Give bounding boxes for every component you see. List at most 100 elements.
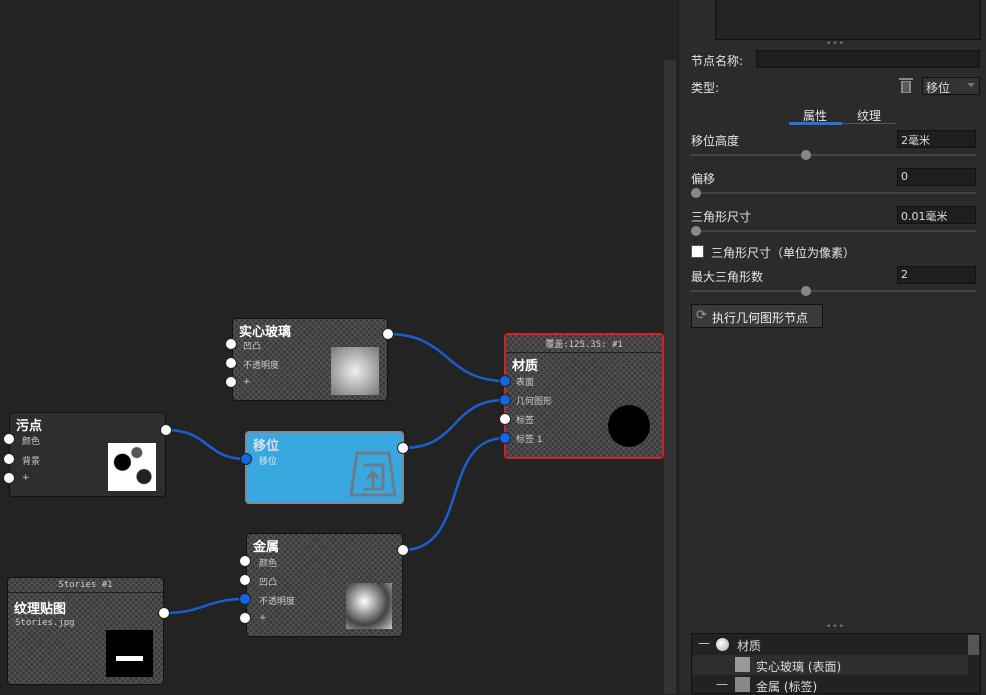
port-label: + <box>259 613 267 623</box>
node-displacement[interactable]: 移位 移位 <box>245 431 404 504</box>
port-out[interactable] <box>382 328 394 340</box>
port-in[interactable] <box>225 376 237 388</box>
tree-item-label: 实心玻璃 (表面) <box>756 660 842 674</box>
port-out[interactable] <box>397 544 409 556</box>
max-triangles-label: 最大三角形数 <box>691 270 764 284</box>
resize-handle[interactable]: ••• <box>826 622 845 632</box>
port-in[interactable] <box>239 555 251 567</box>
pixel-units-checkbox[interactable] <box>691 245 704 258</box>
port-label: 不透明度 <box>259 597 296 607</box>
tab-texture[interactable]: 纹理 <box>857 107 881 124</box>
collapse-icon[interactable]: — <box>716 677 728 691</box>
port-label: 不透明度 <box>243 361 280 371</box>
displacement-icon <box>349 451 397 497</box>
port-label: 几何图形 <box>516 397 553 407</box>
port-in[interactable] <box>225 338 237 350</box>
wire <box>163 597 246 615</box>
type-select-value: 移位 <box>926 81 951 95</box>
port-out[interactable] <box>158 607 170 619</box>
execute-button-label: 执行几何图形节点 <box>712 311 809 325</box>
node-graph-canvas[interactable]: 实心玻璃 凹凸 不透明度 + 覆盖:125.35: #1 材质 表面 几何图形 … <box>0 0 664 694</box>
port-in[interactable] <box>499 413 511 425</box>
node-texture-map[interactable]: Stories #1 纹理贴图 Stories.jpg <box>7 577 164 685</box>
port-out[interactable] <box>397 442 409 454</box>
wire <box>402 436 506 552</box>
tree-item[interactable]: — 材质 <box>692 634 968 655</box>
port-in[interactable] <box>239 593 251 605</box>
node-title: 金属 <box>253 540 280 555</box>
offset-input[interactable]: 0 <box>897 168 976 186</box>
type-select[interactable]: 移位 <box>922 77 980 95</box>
texture-filename: Stories.jpg <box>15 618 75 628</box>
scene-tree: — 材质 实心玻璃 (表面) — 金属 (标签) <box>691 633 981 694</box>
port-in[interactable] <box>239 574 251 586</box>
node-title: 材质 <box>512 359 539 374</box>
wire <box>387 332 506 383</box>
node-solid-glass[interactable]: 实心玻璃 凹凸 不透明度 + <box>232 318 388 401</box>
port-in[interactable] <box>240 453 252 465</box>
texture-thumbnail <box>106 630 153 677</box>
port-label: + <box>243 377 251 387</box>
node-name-label: 节点名称: <box>691 54 744 68</box>
port-in[interactable] <box>3 433 15 445</box>
node-metal[interactable]: 金属 颜色 凹凸 不透明度 + <box>246 533 403 637</box>
offset-label: 偏移 <box>691 172 716 186</box>
offset-slider[interactable] <box>691 188 976 198</box>
pixel-units-label: 三角形尺寸（单位为像素） <box>711 246 856 260</box>
port-label: + <box>22 473 30 483</box>
max-triangles-slider[interactable] <box>691 286 976 296</box>
triangle-size-input[interactable]: 0.01毫米 <box>897 206 976 224</box>
node-title: 污点 <box>16 419 43 434</box>
glass-thumbnail <box>331 347 379 395</box>
max-triangles-input[interactable]: 2 <box>897 266 976 284</box>
resize-handle[interactable]: ••• <box>826 39 845 49</box>
preview-box <box>715 0 981 40</box>
node-header: 覆盖:125.35: #1 <box>506 337 662 353</box>
trash-icon[interactable] <box>898 77 914 94</box>
port-out[interactable] <box>160 424 172 436</box>
triangle-size-slider[interactable] <box>691 226 976 236</box>
refresh-icon: ⟳ <box>696 308 707 323</box>
properties-panel: ••• 节点名称: 类型: 移位 属性 纹理 移位高度 2毫米 偏移 0 三角形… <box>678 0 986 694</box>
port-label: 标签 <box>516 416 535 426</box>
port-label: 表面 <box>516 378 535 388</box>
port-label: 颜色 <box>259 559 278 569</box>
port-label: 背景 <box>22 457 41 467</box>
port-in[interactable] <box>3 453 15 465</box>
port-in[interactable] <box>499 432 511 444</box>
type-label: 类型: <box>691 81 720 95</box>
triangle-size-label: 三角形尺寸 <box>691 210 752 224</box>
port-in[interactable] <box>3 472 15 484</box>
collapse-icon[interactable]: — <box>698 636 710 650</box>
tree-item-label: 材质 <box>737 639 762 653</box>
execute-geometry-node-button[interactable]: ⟳ 执行几何图形节点 <box>691 304 823 328</box>
node-title: 实心玻璃 <box>239 325 292 340</box>
node-stain[interactable]: 污点 颜色 背景 + <box>9 412 166 497</box>
tree-item[interactable]: 实心玻璃 (表面) <box>692 655 968 675</box>
tree-scrollbar[interactable] <box>968 635 979 655</box>
metal-thumbnail <box>346 583 392 629</box>
port-in[interactable] <box>225 357 237 369</box>
node-header: Stories #1 <box>8 580 163 593</box>
stain-thumbnail <box>108 443 156 491</box>
wire <box>165 428 247 461</box>
port-in[interactable] <box>239 612 251 624</box>
port-label: 颜色 <box>22 437 41 447</box>
displacement-height-input[interactable]: 2毫米 <box>897 130 976 148</box>
canvas-scrollbar[interactable] <box>664 60 676 694</box>
displacement-height-label: 移位高度 <box>691 134 740 148</box>
metal-icon <box>735 677 750 692</box>
node-name-input[interactable] <box>756 50 980 68</box>
material-icon <box>716 638 729 651</box>
tree-item-label: 金属 (标签) <box>756 680 818 694</box>
node-title: 纹理贴图 <box>14 602 67 617</box>
port-in[interactable] <box>499 394 511 406</box>
port-label: 标签 1 <box>516 435 543 445</box>
port-in[interactable] <box>499 375 511 387</box>
port-label: 凹凸 <box>259 578 278 588</box>
material-preview-sphere <box>608 405 650 447</box>
tree-item[interactable]: — 金属 (标签) <box>692 675 968 695</box>
port-label: 凹凸 <box>243 342 262 352</box>
displacement-height-slider[interactable] <box>691 150 976 160</box>
node-material[interactable]: 覆盖:125.35: #1 材质 表面 几何图形 标签 标签 1 <box>504 333 664 459</box>
